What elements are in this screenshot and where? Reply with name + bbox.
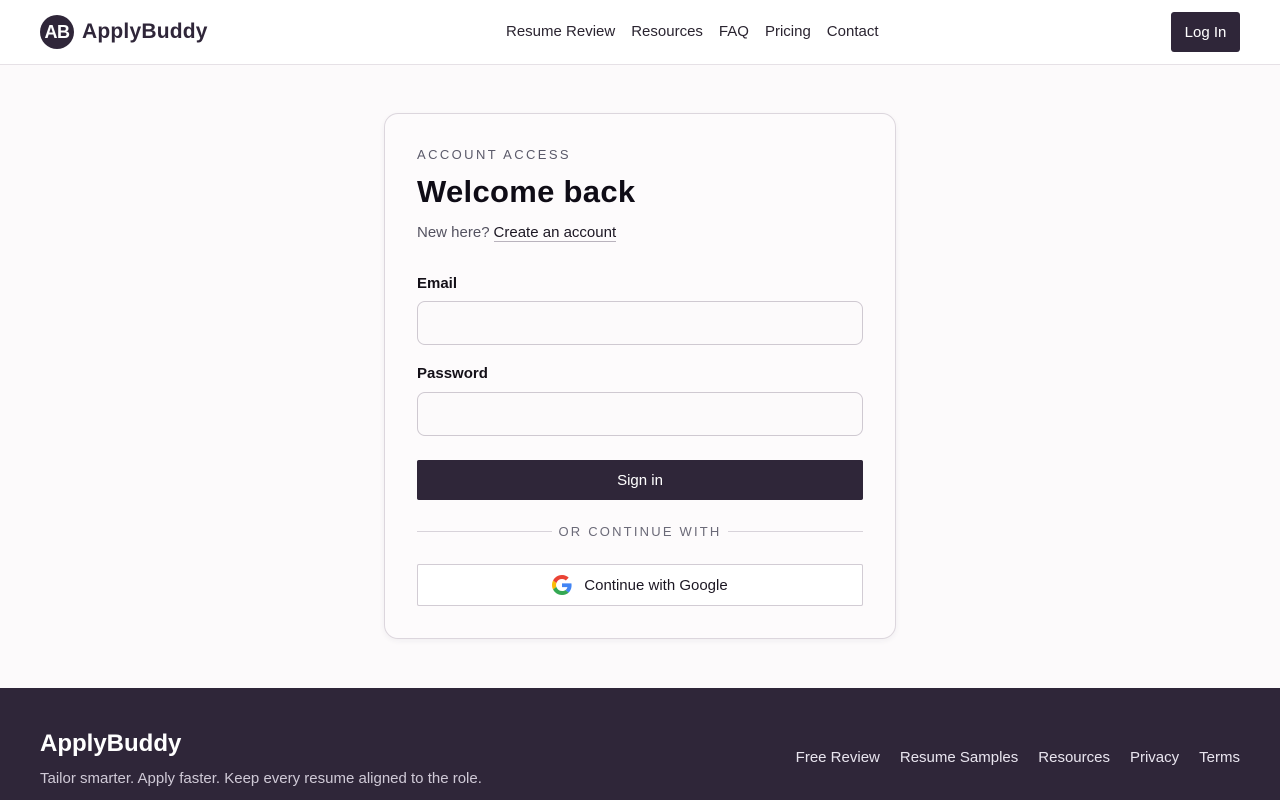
footer-brand-name: ApplyBuddy xyxy=(40,730,182,757)
site-footer: ApplyBuddy Tailor smarter. Apply faster.… xyxy=(0,688,1280,800)
login-card: ACCOUNT ACCESS Welcome back New here? Cre… xyxy=(384,113,896,639)
divider-line-right xyxy=(728,531,863,532)
login-button[interactable]: Log In xyxy=(1171,12,1240,52)
password-label: Password xyxy=(417,365,488,382)
email-label: Email xyxy=(417,275,458,292)
footer-link-free-review[interactable]: Free Review xyxy=(796,749,880,766)
footer-link-resources[interactable]: Resources xyxy=(1038,749,1110,766)
signup-prompt: New here? Create an account xyxy=(417,224,617,242)
nav-link-resources[interactable]: Resources xyxy=(631,23,703,41)
google-icon xyxy=(552,575,572,595)
email-field[interactable] xyxy=(417,301,863,345)
sign-in-button[interactable]: Sign in xyxy=(417,460,863,500)
google-sign-in-button[interactable]: Continue with Google xyxy=(417,564,863,606)
nav-link-faq[interactable]: FAQ xyxy=(719,23,749,41)
brand-name: ApplyBuddy xyxy=(82,20,208,43)
new-here-text: New here? xyxy=(417,224,490,241)
nav-link-contact[interactable]: Contact xyxy=(827,23,879,41)
brand-logo[interactable]: AB ApplyBuddy xyxy=(40,15,208,49)
eyebrow-label: ACCOUNT ACCESS xyxy=(417,147,571,162)
logo-badge-icon: AB xyxy=(40,15,74,49)
page-title: Welcome back xyxy=(417,174,636,209)
or-divider: OR CONTINUE WITH xyxy=(417,522,863,540)
nav-link-pricing[interactable]: Pricing xyxy=(765,23,811,41)
footer-link-terms[interactable]: Terms xyxy=(1199,749,1240,766)
footer-tagline: Tailor smarter. Apply faster. Keep every… xyxy=(40,770,482,787)
main-nav: Resume Review Resources FAQ Pricing Cont… xyxy=(506,23,895,41)
google-button-label: Continue with Google xyxy=(584,576,728,594)
footer-nav: Free Review Resume Samples Resources Pri… xyxy=(776,749,1240,766)
site-header: AB ApplyBuddy Resume Review Resources FA… xyxy=(0,0,1280,65)
footer-link-resume-samples[interactable]: Resume Samples xyxy=(900,749,1018,766)
password-field[interactable] xyxy=(417,392,863,436)
footer-link-privacy[interactable]: Privacy xyxy=(1130,749,1179,766)
nav-link-resume-review[interactable]: Resume Review xyxy=(506,23,615,41)
create-account-link[interactable]: Create an account xyxy=(493,224,617,242)
